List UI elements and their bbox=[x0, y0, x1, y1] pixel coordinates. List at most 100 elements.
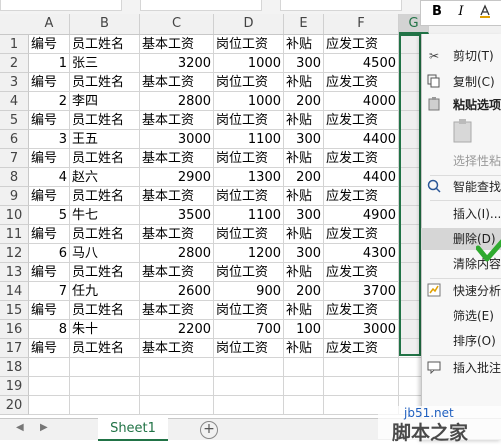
cell[interactable]: 李四 bbox=[70, 92, 140, 111]
cell[interactable]: 补贴 bbox=[284, 149, 324, 168]
cell[interactable]: 3700 bbox=[324, 282, 399, 301]
cell[interactable]: 应发工资 bbox=[324, 339, 399, 358]
cell[interactable]: 岗位工资 bbox=[214, 111, 284, 130]
row-header[interactable]: 6 bbox=[0, 130, 29, 149]
cell[interactable]: 基本工资 bbox=[140, 111, 214, 130]
menu-item-smart-lookup[interactable]: 智能查找 bbox=[421, 176, 501, 198]
row-header[interactable]: 11 bbox=[0, 225, 29, 244]
cell[interactable]: 赵六 bbox=[70, 168, 140, 187]
cell[interactable]: 补贴 bbox=[284, 225, 324, 244]
cell[interactable]: 基本工资 bbox=[140, 301, 214, 320]
cell[interactable]: 4400 bbox=[324, 130, 399, 149]
cell[interactable]: 6 bbox=[29, 244, 70, 263]
cell[interactable]: 4 bbox=[29, 168, 70, 187]
cell[interactable] bbox=[70, 377, 140, 396]
cell[interactable] bbox=[284, 377, 324, 396]
cell[interactable] bbox=[140, 358, 214, 377]
cell[interactable]: 应发工资 bbox=[324, 301, 399, 320]
column-header-b[interactable]: B bbox=[70, 14, 140, 34]
cell[interactable] bbox=[214, 396, 284, 415]
row-header[interactable]: 7 bbox=[0, 149, 29, 168]
cell[interactable]: 300 bbox=[284, 54, 324, 73]
row-header[interactable]: 2 bbox=[0, 54, 29, 73]
menu-item-copy[interactable]: 复制(C) bbox=[421, 71, 501, 93]
cell[interactable]: 7 bbox=[29, 282, 70, 301]
menu-item-insert-comment[interactable]: 插入批注 bbox=[421, 357, 501, 379]
add-sheet-button[interactable]: + bbox=[200, 421, 218, 439]
cell[interactable] bbox=[324, 358, 399, 377]
cell[interactable]: 编号 bbox=[29, 263, 70, 282]
cell[interactable] bbox=[29, 377, 70, 396]
cell[interactable]: 岗位工资 bbox=[214, 339, 284, 358]
row-header[interactable]: 12 bbox=[0, 244, 29, 263]
cell[interactable]: 员工姓名 bbox=[70, 339, 140, 358]
row-header[interactable]: 19 bbox=[0, 377, 29, 396]
cell[interactable]: 补贴 bbox=[284, 35, 324, 54]
cell[interactable]: 朱十 bbox=[70, 320, 140, 339]
column-header-a[interactable]: A bbox=[29, 14, 70, 34]
cell[interactable]: 补贴 bbox=[284, 187, 324, 206]
cell[interactable]: 基本工资 bbox=[140, 187, 214, 206]
cell[interactable]: 200 bbox=[284, 282, 324, 301]
cell[interactable]: 3 bbox=[29, 130, 70, 149]
font-color-icon[interactable] bbox=[477, 4, 493, 20]
row-header[interactable]: 9 bbox=[0, 187, 29, 206]
tab-scroll-right-icon[interactable]: ▶ bbox=[40, 422, 48, 433]
cell[interactable]: 王五 bbox=[70, 130, 140, 149]
cell[interactable] bbox=[140, 377, 214, 396]
bold-button[interactable]: B bbox=[429, 4, 445, 20]
cell[interactable]: 编号 bbox=[29, 301, 70, 320]
menu-item-sort[interactable]: 排序(O) bbox=[421, 330, 501, 352]
row-header[interactable]: 8 bbox=[0, 168, 29, 187]
cell[interactable]: 应发工资 bbox=[324, 149, 399, 168]
cell[interactable]: 员工姓名 bbox=[70, 187, 140, 206]
cell[interactable]: 岗位工资 bbox=[214, 187, 284, 206]
cell[interactable]: 补贴 bbox=[284, 301, 324, 320]
cell[interactable]: 马八 bbox=[70, 244, 140, 263]
cell[interactable]: 1000 bbox=[214, 92, 284, 111]
cell[interactable]: 岗位工资 bbox=[214, 73, 284, 92]
cell[interactable]: 2200 bbox=[140, 320, 214, 339]
cell[interactable]: 补贴 bbox=[284, 73, 324, 92]
row-header[interactable]: 14 bbox=[0, 282, 29, 301]
cell[interactable] bbox=[214, 377, 284, 396]
cell[interactable]: 应发工资 bbox=[324, 111, 399, 130]
tab-scroll-left-icon[interactable]: ◀ bbox=[16, 422, 24, 433]
cell[interactable] bbox=[70, 396, 140, 415]
cell[interactable]: 4300 bbox=[324, 244, 399, 263]
cell[interactable]: 300 bbox=[284, 244, 324, 263]
menu-item-cut[interactable]: ✂ 剪切(T) bbox=[421, 45, 501, 67]
cell[interactable]: 基本工资 bbox=[140, 35, 214, 54]
cell[interactable]: 员工姓名 bbox=[70, 35, 140, 54]
cell[interactable]: 3500 bbox=[140, 206, 214, 225]
cell[interactable]: 应发工资 bbox=[324, 225, 399, 244]
cell[interactable]: 编号 bbox=[29, 149, 70, 168]
cell[interactable]: 编号 bbox=[29, 111, 70, 130]
cell[interactable]: 4500 bbox=[324, 54, 399, 73]
cell[interactable]: 3000 bbox=[324, 320, 399, 339]
cell[interactable]: 100 bbox=[284, 320, 324, 339]
menu-item-paste-special[interactable]: 选择性粘 bbox=[421, 150, 501, 172]
cell[interactable]: 900 bbox=[214, 282, 284, 301]
row-header[interactable]: 16 bbox=[0, 320, 29, 339]
cell[interactable]: 岗位工资 bbox=[214, 263, 284, 282]
cell[interactable]: 基本工资 bbox=[140, 73, 214, 92]
cell[interactable]: 1000 bbox=[214, 54, 284, 73]
cell[interactable]: 2600 bbox=[140, 282, 214, 301]
cell[interactable]: 岗位工资 bbox=[214, 225, 284, 244]
row-header[interactable]: 5 bbox=[0, 111, 29, 130]
row-header[interactable]: 20 bbox=[0, 396, 29, 415]
menu-item-insert[interactable]: 插入(I)... bbox=[421, 203, 501, 225]
cell[interactable]: 300 bbox=[284, 130, 324, 149]
column-header-c[interactable]: C bbox=[140, 14, 214, 34]
cell[interactable]: 张三 bbox=[70, 54, 140, 73]
cell[interactable]: 员工姓名 bbox=[70, 301, 140, 320]
column-header-f[interactable]: F bbox=[324, 14, 399, 34]
cell[interactable]: 补贴 bbox=[284, 263, 324, 282]
cell[interactable]: 3200 bbox=[140, 54, 214, 73]
cell[interactable]: 编号 bbox=[29, 339, 70, 358]
cell[interactable]: 编号 bbox=[29, 35, 70, 54]
cell[interactable]: 200 bbox=[284, 168, 324, 187]
cell[interactable]: 员工姓名 bbox=[70, 111, 140, 130]
cell[interactable]: 员工姓名 bbox=[70, 73, 140, 92]
